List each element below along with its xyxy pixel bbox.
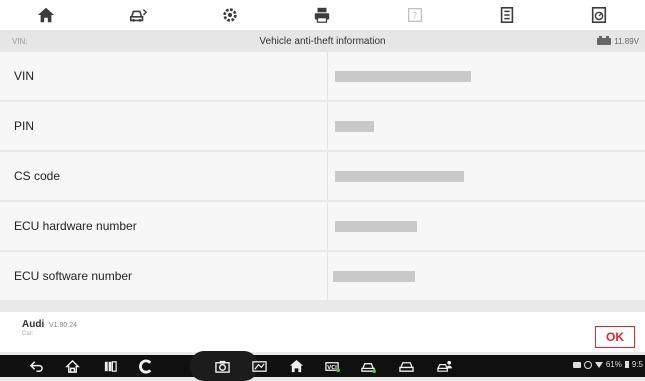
redacted-value [335,170,464,182]
android-navigation-bar: VCI 61% 9:5 [0,351,645,381]
ok-button[interactable]: OK [595,326,635,348]
vehicle-diagnostics-button[interactable] [360,358,376,374]
settings-gear-icon [223,8,238,22]
table-row: PIN [0,102,645,150]
recent-apps-button[interactable] [102,358,118,374]
car-person-icon [436,360,452,372]
vci-button[interactable]: VCI [324,358,340,374]
wifi-icon [594,361,603,368]
car-shortcut-button[interactable] [398,358,414,374]
table-row: VIN [0,52,645,100]
row-value [328,152,645,200]
save-data-button[interactable] [461,0,553,30]
battery-percent: 61% [605,360,622,369]
redacted-value [333,270,415,282]
redacted-value [335,220,417,232]
status-bar: VIN: Vehicle anti-theft information 11.8… [0,30,645,52]
camera-icon [214,360,230,373]
help-button[interactable]: ? [369,0,461,30]
row-value [328,252,645,300]
sync-icon [583,360,592,369]
voltage-value: 11.89V [614,36,639,46]
vehicle-swap-icon [130,9,148,22]
anti-theft-info-table[interactable]: VIN PIN CS code ECU hardware number ECU … [0,52,645,300]
car-battery-icon [597,35,612,45]
vehicle-info-footer: Audi V1.90.24 Car: OK [0,312,645,352]
page-title: Vehicle anti-theft information [259,35,386,47]
row-value [328,202,645,250]
back-button[interactable] [28,358,44,374]
gallery-button[interactable] [251,358,267,374]
vci-icon: VCI [324,361,340,372]
row-label: PIN [0,102,328,150]
top-toolbar: ? [0,0,645,30]
vehicle-make: Audi V1.90.24 [22,319,77,330]
row-label: CS code [0,152,328,200]
home-nav-icon [64,359,80,373]
row-value [328,52,645,100]
car-green-icon [360,362,376,373]
voltage-indicator: 11.89V [597,35,639,46]
browser-icon [138,359,151,373]
message-icon [572,361,581,368]
clock: 9:5 [631,360,643,369]
home-icon [37,7,55,23]
remote-expert-button[interactable] [436,358,452,374]
app-home-icon [289,359,303,372]
svg-text:VCI: VCI [327,364,337,370]
home-nav-button[interactable] [64,358,80,374]
vehicle-make-label: Audi [22,319,45,330]
table-row: ECU hardware number [0,202,645,250]
battery-icon [624,361,629,368]
settings-button[interactable] [184,0,276,30]
redacted-value [335,120,374,132]
print-button[interactable] [276,0,368,30]
chrome-browser-button[interactable] [138,358,154,374]
row-label: VIN [0,52,328,100]
print-icon [315,7,330,23]
vehicle-swap-button[interactable] [92,0,184,30]
redacted-value [335,70,471,82]
row-label: ECU software number [0,252,328,300]
car-label: Car: [22,331,34,337]
save-data-icon [500,6,513,24]
software-version: V1.90.24 [49,322,78,329]
data-logging-button[interactable] [553,0,645,30]
system-status: 61% 9:5 [572,360,643,369]
car-icon [398,361,414,372]
camera-button[interactable] [214,358,230,374]
gallery-icon [251,360,267,372]
home-button[interactable] [0,0,92,30]
back-arrow-icon [29,360,43,372]
table-row: CS code [0,152,645,200]
svg-text:?: ? [412,12,417,22]
table-row: ECU software number [0,252,645,300]
app-home-button[interactable] [288,358,304,374]
recent-apps-icon [104,360,117,372]
data-logging-icon [591,6,607,24]
row-value [328,102,645,150]
help-icon: ? [407,8,422,22]
row-label: ECU hardware number [0,202,328,250]
